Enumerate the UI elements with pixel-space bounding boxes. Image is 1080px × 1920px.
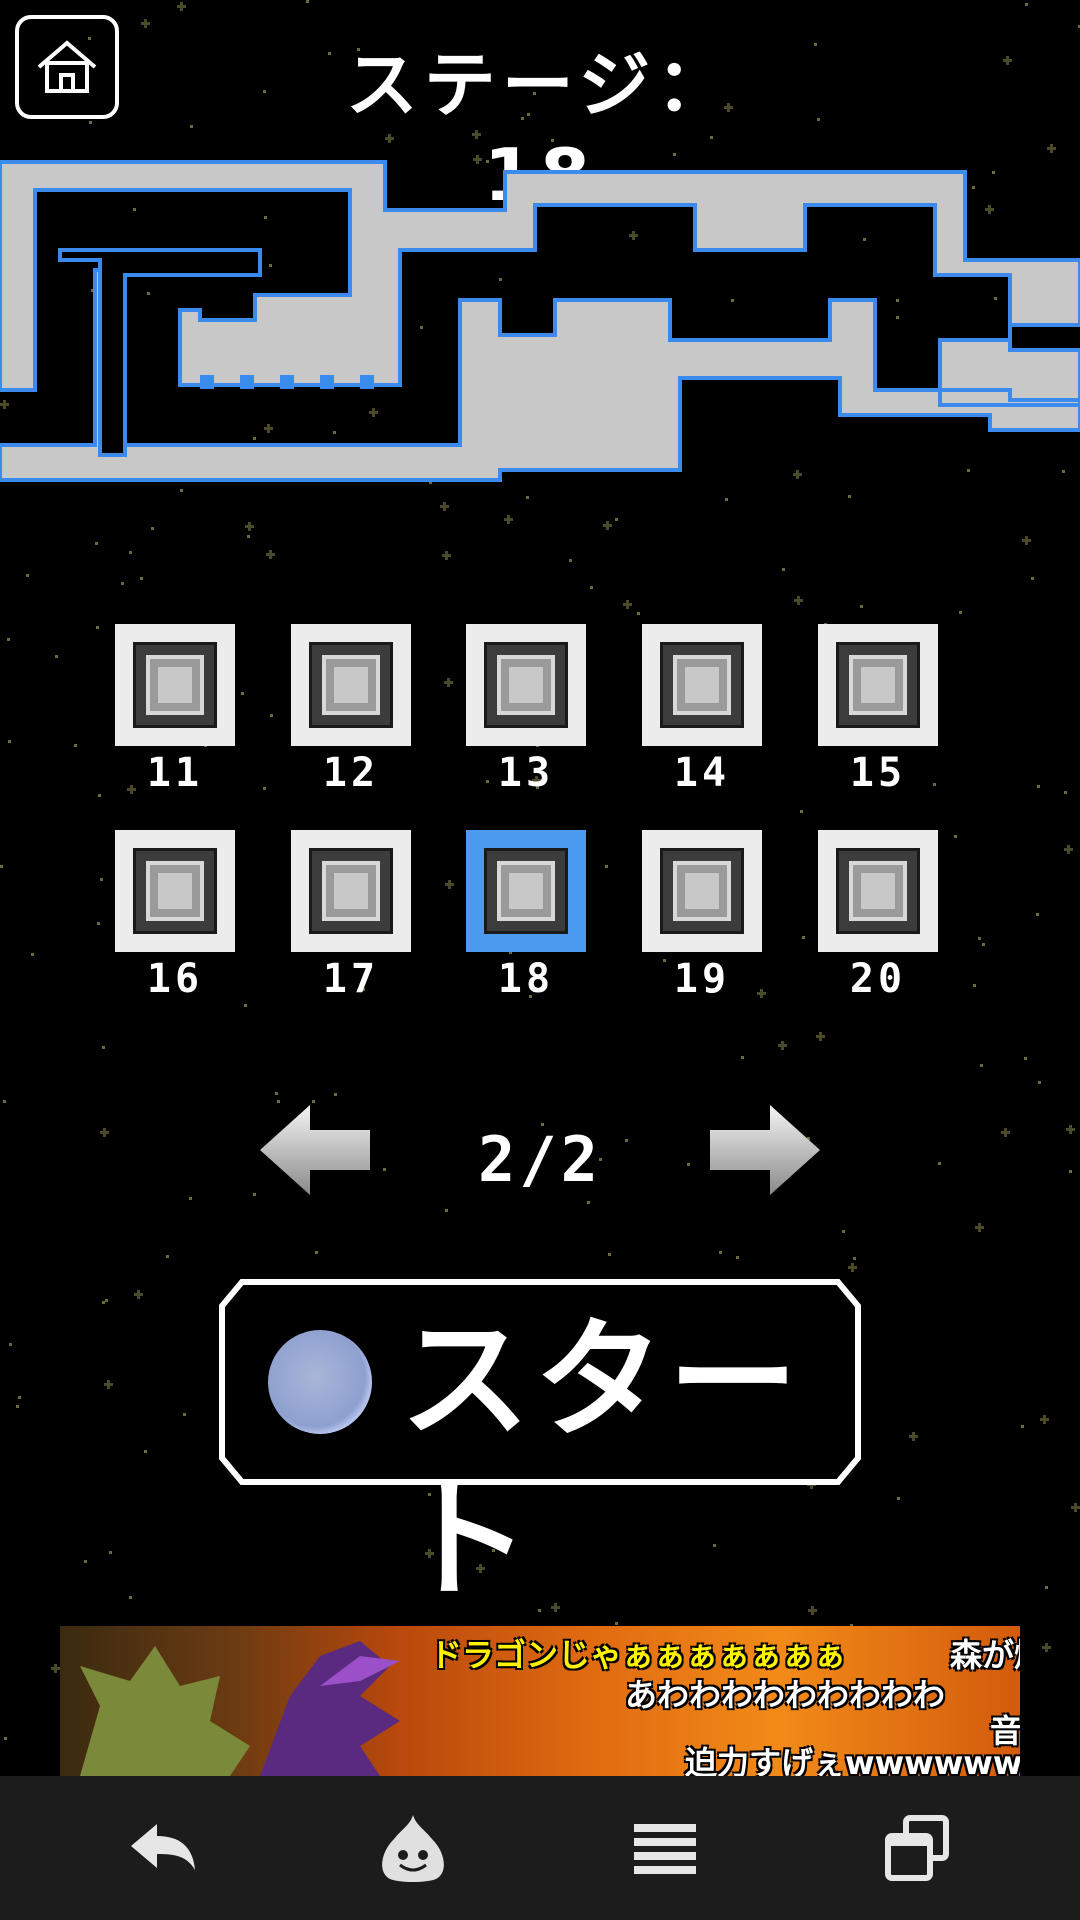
ad-text-line2: あわわわわわわわわわ <box>625 1676 946 1714</box>
tile-frame <box>133 848 217 934</box>
slime-icon <box>382 1815 444 1882</box>
tile-core <box>158 873 192 909</box>
tile-frame <box>484 642 568 728</box>
menu-icon <box>634 1824 696 1874</box>
stage-tile[interactable] <box>291 830 411 952</box>
ad-banner[interactable]: ドラゴンじゃぁぁぁぁぁぁぁ 森が燃 あわわわわわわわわわ 音 迫力すげぇwwww… <box>60 1626 1020 1776</box>
stage-tile-label: 14 <box>673 750 731 796</box>
stage-map-preview <box>0 160 1080 482</box>
start-orb-icon <box>268 1330 372 1434</box>
tile-block <box>146 861 204 921</box>
tile-core <box>334 873 368 909</box>
stage-tile-label: 19 <box>673 956 731 1002</box>
dragon-image <box>80 1641 400 1776</box>
tile-core <box>861 667 895 703</box>
stage-tile[interactable] <box>818 830 938 952</box>
tile-frame <box>484 848 568 934</box>
back-button[interactable] <box>93 1776 233 1920</box>
menu-button[interactable] <box>595 1776 735 1920</box>
next-page-button[interactable] <box>705 1100 825 1200</box>
tile-frame <box>309 848 393 934</box>
stage-tile[interactable] <box>642 830 762 952</box>
tile-core <box>509 873 543 909</box>
recent-apps-button[interactable] <box>848 1776 988 1920</box>
home-icon <box>37 40 97 93</box>
tile-core <box>861 873 895 909</box>
stage-tile-label: 15 <box>849 750 907 796</box>
stage-tile-label: 17 <box>322 956 380 1002</box>
start-button-label: スタート <box>400 1304 803 1616</box>
tile-frame <box>836 848 920 934</box>
ad-text-line1b: 森が燃 <box>950 1636 1020 1674</box>
tile-core <box>685 873 719 909</box>
tile-frame <box>309 642 393 728</box>
stage-tile-label: 13 <box>497 750 555 796</box>
tile-core <box>158 667 192 703</box>
tile-frame <box>836 642 920 728</box>
stage-tile-label: 12 <box>322 750 380 796</box>
tile-block <box>146 655 204 715</box>
stage-tile-label: 18 <box>497 956 555 1002</box>
tile-block <box>849 861 907 921</box>
left-arrow-icon <box>260 1105 370 1195</box>
tile-block <box>849 655 907 715</box>
stage-tile[interactable] <box>115 624 235 746</box>
tile-block <box>497 655 555 715</box>
slime-button[interactable] <box>343 1776 483 1920</box>
home-button[interactable] <box>15 15 119 119</box>
recent-apps-icon <box>885 1815 949 1881</box>
stage-title: ステージ：18 <box>345 43 735 217</box>
tile-core <box>685 667 719 703</box>
tile-block <box>322 655 380 715</box>
stage-tile[interactable] <box>291 624 411 746</box>
ad-text-line3: 迫力すげぇwwwwwwww <box>685 1744 1020 1776</box>
stage-tile-label: 20 <box>849 956 907 1002</box>
stage-tile[interactable] <box>466 830 586 952</box>
stage-tile[interactable] <box>115 830 235 952</box>
tile-block <box>673 861 731 921</box>
stage-tile[interactable] <box>818 624 938 746</box>
tile-core <box>334 667 368 703</box>
tile-frame <box>660 642 744 728</box>
tile-block <box>497 861 555 921</box>
stage-tile-label: 16 <box>146 956 204 1002</box>
tile-block <box>673 655 731 715</box>
stage-tile[interactable] <box>466 624 586 746</box>
tile-block <box>322 861 380 921</box>
page-indicator: 2/2 <box>478 1123 602 1196</box>
tile-frame <box>133 642 217 728</box>
tile-frame <box>660 848 744 934</box>
back-icon <box>131 1824 195 1870</box>
tile-core <box>509 667 543 703</box>
system-nav-bar <box>0 1776 1080 1920</box>
right-arrow-icon <box>710 1105 820 1195</box>
previous-page-button[interactable] <box>255 1100 375 1200</box>
stage-tile-label: 11 <box>146 750 204 796</box>
stage-tile[interactable] <box>642 624 762 746</box>
